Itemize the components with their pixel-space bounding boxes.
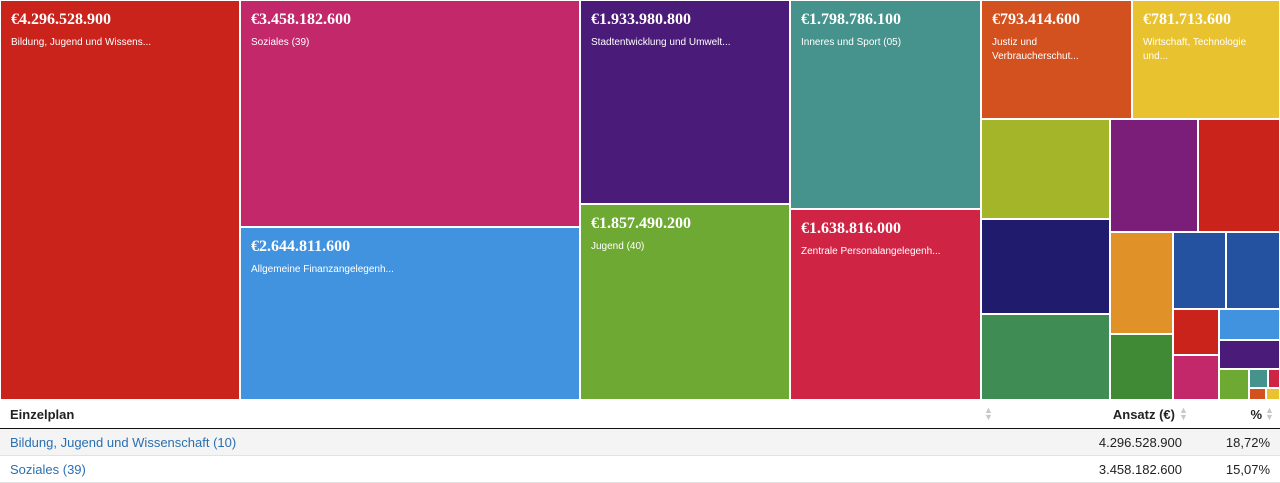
treemap-tile[interactable]: [1173, 232, 1226, 309]
treemap-tile[interactable]: [1268, 369, 1280, 388]
treemap-tile[interactable]: [1249, 388, 1266, 400]
treemap-tile[interactable]: [1110, 119, 1198, 232]
treemap-tile[interactable]: €4.296.528.900 Bildung, Jugend und Wissen…: [0, 0, 240, 400]
treemap-tile[interactable]: [1173, 355, 1219, 400]
row-name-link[interactable]: Bildung, Jugend und Wissenschaft (10): [10, 435, 236, 450]
treemap-tile[interactable]: [1249, 369, 1268, 388]
tile-label: Justiz und Verbraucherschut...: [992, 37, 1079, 62]
tile-amount: €793.414.600: [992, 11, 1080, 28]
tile-amount: €781.713.600: [1143, 11, 1231, 28]
table-row[interactable]: Bildung, Jugend und Wissenschaft (10) 4.…: [0, 429, 1280, 456]
row-percent: 18,72%: [1225, 435, 1270, 450]
tile-label: Zentrale Personalangelegenh...: [801, 246, 941, 257]
treemap-tile[interactable]: [1173, 309, 1219, 355]
table-row[interactable]: Soziales (39) 3.458.182.600 15,07%: [0, 456, 1280, 483]
tile-label: Stadtentwicklung und Umwelt...: [591, 37, 731, 48]
treemap-tile[interactable]: €1.857.490.200 Jugend (40): [580, 204, 790, 400]
tile-amount: €1.798.786.100: [801, 11, 901, 28]
treemap-tile[interactable]: €2.644.811.600 Allgemeine Finanzangelegen…: [240, 227, 580, 400]
tile-label: Soziales (39): [251, 37, 310, 48]
treemap-tile[interactable]: [1226, 232, 1280, 309]
row-amount: 4.296.528.900: [1098, 435, 1182, 450]
column-header-percent[interactable]: %: [1250, 407, 1262, 422]
sort-icon[interactable]: ▲ ▼: [984, 406, 993, 422]
treemap-tile[interactable]: [1110, 334, 1173, 400]
treemap-tile[interactable]: [981, 219, 1110, 314]
sort-icon[interactable]: ▲ ▼: [1265, 406, 1274, 422]
tile-label: Wirtschaft, Technologie und...: [1143, 37, 1247, 62]
treemap-tile[interactable]: [1219, 340, 1280, 369]
treemap-tile[interactable]: €3.458.182.600 Soziales (39): [240, 0, 580, 227]
tile-label: Bildung, Jugend und Wissens...: [11, 37, 152, 48]
tile-amount: €3.458.182.600: [251, 11, 351, 28]
budget-treemap: €4.296.528.900 Bildung, Jugend und Wissen…: [0, 0, 1280, 400]
treemap-tile[interactable]: €1.638.816.000 Zentrale Personalangelegen…: [790, 209, 981, 400]
treemap-tile[interactable]: €781.713.600 Wirtschaft, Technologie und.…: [1132, 0, 1280, 119]
treemap-tile[interactable]: [1219, 369, 1249, 400]
row-name-link[interactable]: Soziales (39): [10, 462, 86, 477]
row-percent: 15,07%: [1225, 462, 1270, 477]
column-header-ansatz[interactable]: Ansatz (€): [1113, 407, 1175, 422]
treemap-tile[interactable]: €793.414.600 Justiz und Verbraucherschut.…: [981, 0, 1132, 119]
table-header: Einzelplan ▲ ▼ Ansatz (€) ▲ ▼ % ▲ ▼: [0, 400, 1280, 429]
column-header-einzelplan[interactable]: Einzelplan: [10, 407, 74, 422]
treemap-tile[interactable]: [981, 314, 1110, 400]
budget-table: Einzelplan ▲ ▼ Ansatz (€) ▲ ▼ % ▲ ▼ Bildung…: [0, 400, 1280, 483]
treemap-tile[interactable]: [981, 119, 1110, 219]
tile-label: Inneres und Sport (05): [801, 37, 902, 48]
sort-icon[interactable]: ▲ ▼: [1179, 406, 1188, 422]
treemap-tile[interactable]: €1.933.980.800 Stadtentwicklung und Umwel…: [580, 0, 790, 204]
tile-label: Jugend (40): [591, 241, 645, 252]
row-amount: 3.458.182.600: [1098, 462, 1182, 477]
treemap-tile[interactable]: €1.798.786.100 Inneres und Sport (05): [790, 0, 981, 209]
tile-amount: €1.933.980.800: [591, 11, 691, 28]
tile-amount: €4.296.528.900: [11, 11, 111, 28]
treemap-tile[interactable]: [1266, 388, 1280, 400]
tile-amount: €2.644.811.600: [251, 238, 351, 255]
treemap-tile[interactable]: [1198, 119, 1280, 232]
treemap-tile[interactable]: [1110, 232, 1173, 334]
treemap-tile[interactable]: [1219, 309, 1280, 340]
tile-amount: €1.638.816.000: [801, 220, 901, 237]
tile-label: Allgemeine Finanzangelegenh...: [251, 264, 394, 275]
tile-amount: €1.857.490.200: [591, 215, 691, 232]
